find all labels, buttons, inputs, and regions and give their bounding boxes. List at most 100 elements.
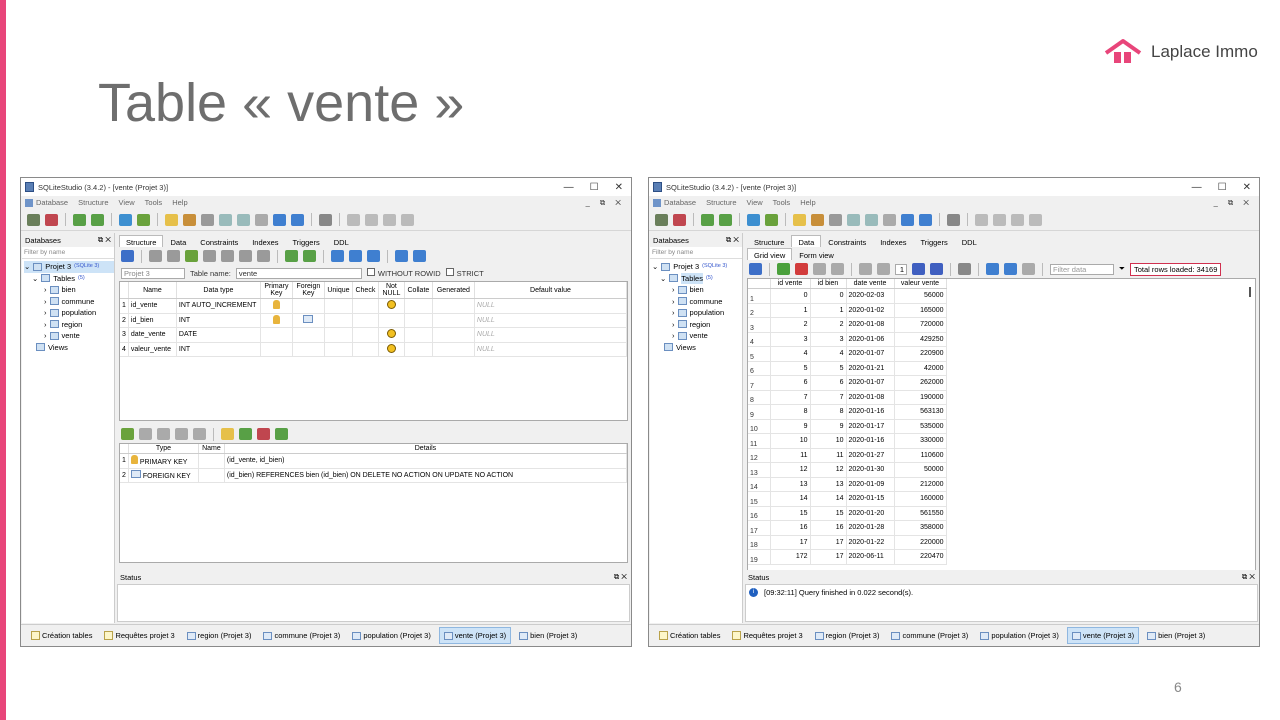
cell-id-vente[interactable]: 7 [770,390,811,405]
sql-editor-icon[interactable] [165,213,178,226]
constraint-header-details[interactable]: Details [224,444,628,454]
tab-ddl[interactable]: DDL [955,235,984,247]
extension-icon[interactable] [865,213,878,226]
tree-views[interactable]: Views [652,342,742,354]
cell-date-vente[interactable]: 2020-06-11 [846,549,895,565]
cell-valeur-vente[interactable]: 220900 [894,346,947,362]
task-vente[interactable]: vente (Projet 3) [1066,627,1140,644]
data-row[interactable]: 7 6 6 2020-01-07 262000 [748,375,947,391]
cell-valeur-vente[interactable]: 262000 [894,375,947,391]
col-header-unique[interactable]: Unique [324,282,353,299]
history-icon[interactable] [811,213,824,226]
create-similar-icon[interactable] [349,250,362,262]
cell-id-vente[interactable]: 2 [770,317,811,333]
collation-icon[interactable] [219,213,232,226]
menu-help[interactable]: Help [800,198,815,207]
tab-indexes[interactable]: Indexes [245,235,285,247]
add-fk-icon[interactable] [239,428,252,440]
mdi-controls[interactable]: _ ⧉ ✕ [586,198,631,208]
cell-id-bien[interactable]: 11 [810,448,847,463]
data-row[interactable]: 19 172 17 2020-06-11 220470 [748,549,947,565]
filter-data-input[interactable]: Filter data [1050,263,1114,275]
cell-valeur-vente[interactable]: 42000 [894,361,947,376]
cell-id-vente[interactable]: 0 [770,288,811,304]
tab-data[interactable]: Data [791,235,822,247]
cell-date-vente[interactable]: 2020-01-06 [846,332,895,347]
cell-id-bien[interactable]: 5 [810,361,847,376]
first-page-icon[interactable] [859,263,872,275]
tile-icon[interactable] [347,213,360,226]
add-database-icon[interactable] [701,213,714,226]
populate-icon[interactable] [331,250,344,262]
undo-icon[interactable] [413,250,426,262]
cell-id-vente[interactable]: 9 [770,419,811,434]
menu-tools[interactable]: Tools [145,198,163,207]
cell-valeur-vente[interactable]: 110600 [894,448,947,463]
filter-mode-icon[interactable]: ⏷ [1119,264,1125,274]
filter-input[interactable]: Filter by name [650,247,742,259]
menu-tools[interactable]: Tools [773,198,791,207]
cell-id-vente[interactable]: 5 [770,361,811,376]
cell-id-bien[interactable]: 6 [810,375,847,391]
cell-id-bien[interactable]: 12 [810,462,847,478]
data-header-id-vente[interactable]: id vente [770,279,811,289]
tab-structure[interactable]: Structure [119,235,164,247]
task-region[interactable]: region (Projet 3) [811,627,884,644]
cascade-icon[interactable] [1029,213,1042,226]
cell-valeur-vente[interactable]: 535000 [894,419,947,434]
add-pk-icon[interactable] [221,428,234,440]
tree-table-commune[interactable]: › commune [652,296,742,308]
cell-valeur-vente[interactable]: 212000 [894,477,947,492]
minimize-icon[interactable]: — [1192,182,1202,193]
task-region[interactable]: region (Projet 3) [183,627,256,644]
menu-database[interactable]: Database [36,198,68,207]
package-icon[interactable] [883,213,896,226]
function-icon[interactable] [201,213,214,226]
sql-editor-icon[interactable] [793,213,806,226]
connect-icon[interactable] [655,213,668,226]
cell-id-bien[interactable]: 7 [810,390,847,405]
tab-indexes[interactable]: Indexes [873,235,913,247]
cell-date-vente[interactable]: 2020-01-20 [846,506,895,521]
cell-date-vente[interactable]: 2020-01-21 [846,361,895,376]
data-row[interactable]: 11 10 10 2020-01-16 330000 [748,433,947,449]
menu-database[interactable]: Database [664,198,696,207]
tab-form-view[interactable]: Form view [792,248,841,260]
cell-valeur-vente[interactable]: 160000 [894,491,947,507]
cell-id-bien[interactable]: 3 [810,332,847,347]
data-row[interactable]: 16 15 15 2020-01-20 561550 [748,506,947,521]
tab-structure[interactable]: Structure [747,235,791,247]
cell-id-bien[interactable]: 17 [810,549,847,565]
cell-id-vente[interactable]: 16 [770,520,811,536]
col-header-check[interactable]: Check [352,282,379,299]
cell-date-vente[interactable]: 2020-02-03 [846,288,895,304]
status-controls-icon[interactable]: ⧉ ✕ [1242,572,1255,582]
cell-id-vente[interactable]: 12 [770,462,811,478]
tile-icon[interactable] [975,213,988,226]
cell-id-bien[interactable]: 8 [810,404,847,420]
cell-date-vente[interactable]: 2020-01-08 [846,317,895,333]
tree-tables[interactable]: ⌄ Tables (5) [652,272,742,284]
disconnect-icon[interactable] [45,213,58,226]
cell-date-vente[interactable]: 2020-01-17 [846,419,895,434]
scrollbar-thumb[interactable] [1249,287,1251,297]
tile-vertical-icon[interactable] [383,213,396,226]
col-header-generated[interactable]: Generated [432,282,475,299]
panel-controls-icon[interactable]: ⧉ ✕ [726,235,739,245]
move-down-icon[interactable] [257,250,270,262]
cell-id-bien[interactable]: 15 [810,506,847,521]
cell-id-bien[interactable]: 14 [810,491,847,507]
col-header-notnull[interactable]: Not NULL [378,282,405,299]
data-row[interactable]: 1 0 0 2020-02-03 56000 [748,288,947,304]
cell-date-vente[interactable]: 2020-01-30 [846,462,895,478]
col-header-datatype[interactable]: Data type [176,282,261,299]
tree-table-population[interactable]: › population [24,307,114,319]
data-row[interactable]: 8 7 7 2020-01-08 190000 [748,390,947,405]
rollback-icon[interactable] [831,263,844,275]
edit-database-icon[interactable] [91,213,104,226]
panel-controls-icon[interactable]: ⧉ ✕ [98,235,111,245]
history-icon[interactable] [183,213,196,226]
refresh-icon[interactable] [749,263,762,275]
col-header-default[interactable]: Default value [474,282,628,299]
tab-data[interactable]: Data [163,235,193,247]
